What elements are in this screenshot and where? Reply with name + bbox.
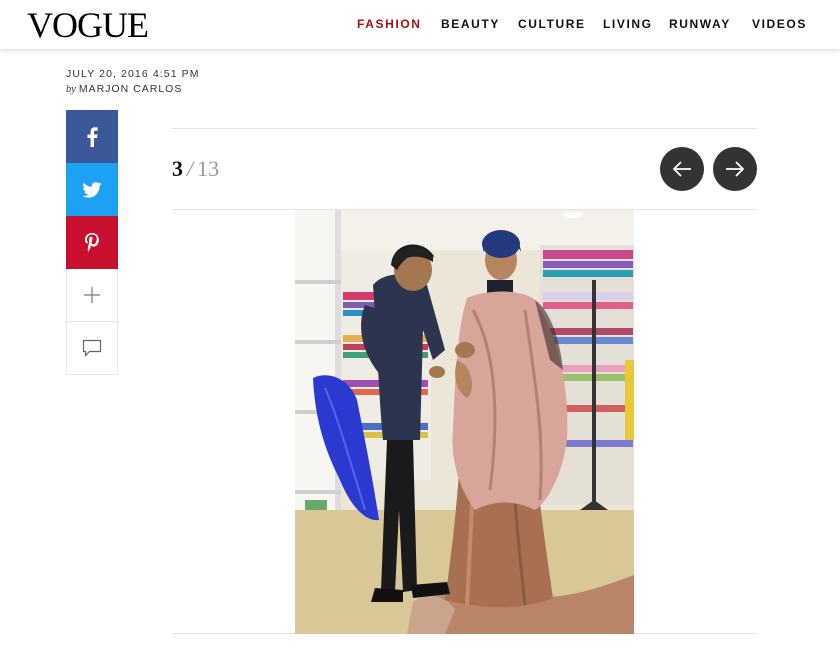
facebook-share-button[interactable]	[66, 110, 118, 163]
slide-counter: 3/13	[172, 156, 219, 182]
gallery-top-rule	[172, 128, 757, 129]
fitting-scene-image	[295, 210, 634, 634]
share-bar	[66, 110, 118, 375]
byline: by MARJON CARLOS	[66, 83, 200, 96]
facebook-icon	[87, 126, 98, 147]
author-name[interactable]: MARJON CARLOS	[79, 83, 182, 95]
byline-prefix: by	[66, 84, 76, 95]
current-slide: 3	[172, 156, 183, 181]
site-header: VOGUE FASHION BEAUTY CULTURE LIVING RUNW…	[0, 0, 840, 50]
previous-slide-button[interactable]	[660, 147, 704, 191]
nav-fashion[interactable]: FASHION	[357, 16, 422, 32]
arrow-left-icon	[672, 161, 691, 177]
plus-icon	[84, 287, 100, 303]
pinterest-icon	[85, 232, 99, 252]
publish-date: JULY 20, 2016 4:51 PM	[66, 68, 200, 80]
nav-runway[interactable]: RUNWAY	[669, 16, 731, 32]
pinterest-share-button[interactable]	[66, 216, 118, 269]
nav-living[interactable]: LIVING	[603, 16, 653, 32]
next-slide-button[interactable]	[713, 147, 757, 191]
more-share-button[interactable]	[66, 269, 118, 322]
nav-beauty[interactable]: BEAUTY	[441, 16, 500, 32]
counter-separator: /	[187, 156, 194, 181]
article-meta: JULY 20, 2016 4:51 PM by MARJON CARLOS	[66, 68, 200, 96]
twitter-share-button[interactable]	[66, 163, 118, 216]
gallery-photo[interactable]	[295, 210, 634, 634]
vogue-logo[interactable]: VOGUE	[27, 6, 149, 44]
nav-culture[interactable]: CULTURE	[518, 16, 586, 32]
comments-button[interactable]	[66, 322, 118, 375]
comment-icon	[82, 339, 102, 357]
total-slides: 13	[197, 156, 220, 181]
nav-videos[interactable]: VIDEOS	[752, 16, 807, 32]
arrow-right-icon	[726, 161, 745, 177]
twitter-icon	[82, 181, 102, 198]
